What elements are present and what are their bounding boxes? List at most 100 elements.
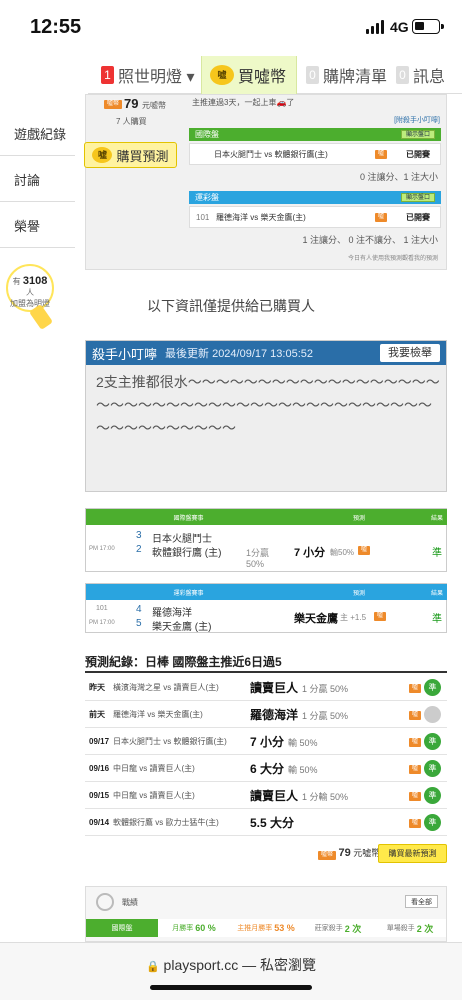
- lottery-result: 準: [432, 614, 442, 625]
- message-tab[interactable]: 0 訊息: [396, 56, 445, 94]
- purchase-price-value: 79: [338, 847, 351, 859]
- intl-pick-sub: 輸50%: [330, 548, 355, 557]
- results-cell-label: 月勝率: [172, 925, 194, 932]
- record-game: 日本火腿鬥士 vs 軟體銀行鷹(主): [113, 736, 227, 746]
- record-pick: 7 小分輸 50%: [250, 733, 318, 750]
- record-game: 中日龍 vs 讀賣巨人(主): [113, 763, 195, 773]
- intl-show-odds-button[interactable]: 顯示盤口: [400, 130, 435, 139]
- record-pick: 讀賣巨人 1 分輸 50%: [250, 787, 348, 804]
- user-menu-label: 照世明燈 ▾: [118, 69, 195, 86]
- purchase-coin-icon: 噓幣: [318, 851, 337, 860]
- sidebar-item-discussion[interactable]: 討論: [0, 158, 75, 202]
- network-label: 4G: [390, 19, 409, 35]
- purchase-price-unit: 元噓幣: [353, 848, 381, 858]
- record-date: 09/14: [89, 817, 110, 827]
- intl-mini-row: 日本火腿鬥士 vs 軟體銀行鷹(主) 噓 已開賽: [189, 143, 441, 165]
- record-coin-badge: 噓: [408, 711, 421, 720]
- buy-coin-tab[interactable]: 噓 買噓幣: [201, 56, 297, 94]
- buy-latest-button[interactable]: 購買最新預測: [378, 844, 447, 863]
- info-title: 以下資訊僅提供給已購買人: [147, 298, 315, 314]
- lottery-mini-stat: 1 注讓分、 0 注不讓分、 1 注大小: [302, 235, 438, 245]
- buy-prediction-button[interactable]: 噓 購買預測: [84, 142, 177, 168]
- record-coin-badge: 噓: [408, 765, 421, 774]
- view-all-button[interactable]: 看全部: [405, 895, 438, 908]
- record-game: 軟體銀行鷹 vs 歐力士猛牛(主): [113, 817, 219, 827]
- record-game: 羅德海洋 vs 樂天金鷹(主): [113, 709, 203, 719]
- results-cell-value: 2 次: [416, 923, 434, 934]
- results-panel: 戰績 看全部 國際盤 月勝率 60 % 主推月勝率 53 % 莊家殺手 2 次 …: [85, 886, 447, 942]
- intl-mini-header: 國際盤 顯示盤口: [189, 128, 441, 141]
- record-odds: 輸 50%: [288, 764, 318, 775]
- lock-icon: 🔒: [145, 961, 160, 973]
- url-bar[interactable]: 🔒 playsport.cc — 私密瀏覽: [0, 955, 462, 975]
- killer-note-link[interactable]: [附殺手小叮嚀]: [394, 115, 440, 125]
- battery-icon: [412, 19, 444, 34]
- record-pick-text: 羅德海洋: [250, 707, 299, 722]
- results-cell-main: 主推月勝率 53 %: [230, 919, 302, 937]
- lottery-mini-header: 運彩盤 顯示盤口: [189, 191, 441, 204]
- results-cell-label: 單場殺手: [386, 925, 415, 932]
- record-date: 前天: [89, 709, 105, 719]
- user-menu[interactable]: 1 照世明燈 ▾: [101, 56, 194, 94]
- signal-icon: [366, 20, 386, 34]
- record-row: 昨天 橫濱海灣之星 vs 讀賣巨人(主) 讀賣巨人 1 分贏 50% 噓 準: [85, 674, 447, 701]
- record-odds: 1 分輸 50%: [302, 791, 349, 802]
- intl-mini-stat: 0 注讓分、1 注大小: [359, 172, 438, 182]
- buy-latest-label: 購買最新預測: [388, 849, 437, 858]
- results-title: 戰績: [122, 898, 138, 907]
- message-count-badge: 0: [396, 66, 409, 84]
- intl-mini-status: 已開賽: [406, 149, 430, 159]
- sidebar-item-game-record[interactable]: 遊戲紀錄: [0, 112, 75, 156]
- lottery-pick: 樂天金鷹: [294, 613, 338, 625]
- record-date: 09/15: [89, 790, 110, 800]
- price-unit: 元噓幣: [142, 101, 166, 110]
- intl-table-header-result: 結果: [427, 509, 447, 525]
- lottery-pick-sub: 主 +1.5: [340, 613, 367, 622]
- coin-icon-small: 噓: [92, 147, 113, 163]
- record-pick: 讀賣巨人 1 分贏 50%: [250, 679, 348, 696]
- killer-note-title: 殺手小叮嚀: [92, 346, 158, 362]
- record-coin-badge: 噓: [408, 819, 421, 828]
- top-nav: 1 照世明燈 ▾ 噓 買噓幣 0 購牌清單 0 訊息: [88, 56, 462, 94]
- record-coin-badge: 噓: [408, 684, 421, 693]
- coin-price-icon: 噓幣: [104, 100, 123, 109]
- record-date: 09/17: [89, 736, 110, 746]
- record-date: 09/16: [89, 763, 110, 773]
- lottery-coin-badge: 噓: [374, 612, 387, 621]
- lottery-mini-status: 已開賽: [406, 212, 430, 222]
- user-count-badge: 1: [101, 66, 114, 84]
- record-pick: 6 大分輸 50%: [250, 760, 318, 777]
- results-cell-value: 60 %: [195, 923, 216, 933]
- report-button[interactable]: 我要檢舉: [380, 344, 440, 362]
- lottery-home-no: 4: [136, 604, 142, 615]
- lottery-home-team: 羅德海洋: [152, 608, 192, 619]
- record-result-stamp: 準: [424, 760, 441, 777]
- buyer-count: 7 人購買: [116, 117, 147, 126]
- intl-result: 準: [432, 548, 442, 559]
- results-cell-label: 主推月勝率: [237, 925, 273, 932]
- lottery-mini-num: 101: [196, 212, 210, 222]
- intl-line-pct: 50%: [246, 559, 265, 569]
- record-date: 昨天: [89, 682, 105, 692]
- bulb-prefix: 有: [12, 277, 21, 286]
- url-text: playsport.cc — 私密瀏覽: [163, 957, 317, 973]
- intl-line: 1分贏: [246, 548, 270, 558]
- record-row: 09/16 中日龍 vs 讀賣巨人(主) 6 大分輸 50% 噓 準: [85, 755, 447, 782]
- lottery-mini-title: 運彩盤: [195, 193, 219, 202]
- buy-coin-label: 買噓幣: [238, 69, 287, 86]
- results-cell-single: 單場殺手 2 次: [374, 919, 446, 937]
- usage-note: 今日有人使用我預測觀看我的預測: [347, 256, 438, 262]
- cart-tab[interactable]: 0 購牌清單: [306, 56, 387, 94]
- price-value: 79: [124, 96, 139, 111]
- home-indicator[interactable]: [150, 985, 312, 990]
- intl-away-team: 軟體銀行鷹 (主): [152, 548, 222, 559]
- record-result-stamp: 準: [424, 733, 441, 750]
- record-odds: 1 分贏 50%: [302, 710, 349, 721]
- record-row: 前天 羅德海洋 vs 樂天金鷹(主) 羅德海洋 1 分贏 50% 噓: [85, 701, 447, 728]
- lottery-show-odds-button[interactable]: 顯示盤口: [400, 193, 435, 202]
- purchase-price: 噓幣 79 元噓幣: [318, 846, 380, 860]
- intl-pick: 7 小分: [294, 547, 326, 559]
- record-pick-text: 7 小分: [250, 734, 285, 749]
- buy-prediction-label: 購買預測: [116, 148, 169, 164]
- sidebar-item-honor[interactable]: 榮譽: [0, 204, 75, 248]
